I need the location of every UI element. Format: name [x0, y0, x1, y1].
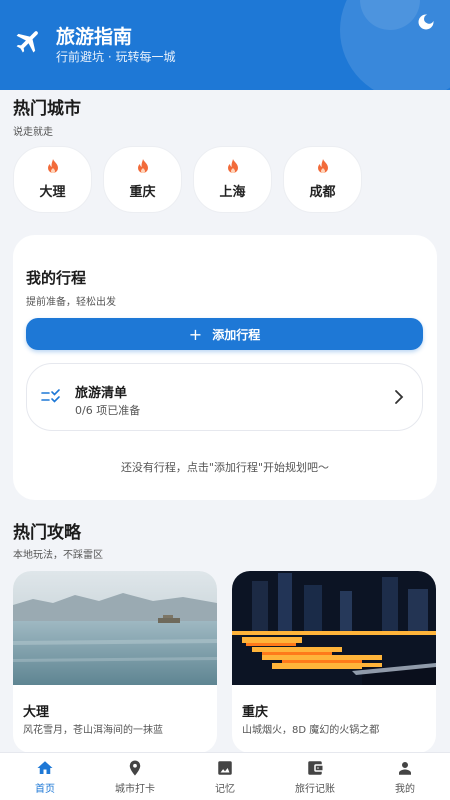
checklist-status: 0/6 项已准备: [75, 404, 141, 417]
hot-cities-title: 热门城市: [13, 99, 81, 119]
hot-guides-list: 大理 风花雪月，苍山洱海间的一抹蓝 重庆 山城烟火，8D 魔幻的火锅之都: [13, 571, 436, 753]
city-name: 成都: [309, 185, 336, 200]
city-name: 重庆: [129, 185, 156, 200]
hot-guides-title: 热门攻略: [13, 523, 81, 543]
checklist-icon: [41, 389, 60, 403]
nav-item-profile[interactable]: 我的: [360, 753, 450, 800]
photo-icon: [218, 760, 232, 775]
nav-item-home[interactable]: 首页: [0, 753, 90, 800]
hot-guides-subtitle: 本地玩法，不踩雷区: [13, 550, 103, 561]
nav-label: 我的: [395, 783, 415, 795]
fire-icon: [317, 159, 328, 173]
checklist-title: 旅游清单: [75, 386, 128, 401]
city-chip[interactable]: 上海: [193, 146, 272, 213]
guide-card[interactable]: 重庆 山城烟火，8D 魔幻的火锅之都: [232, 571, 436, 753]
app-subtitle: 行前避坑 · 玩转每一城: [56, 50, 176, 64]
city-chip[interactable]: 大理: [13, 146, 92, 213]
hot-cities-subtitle: 说走就走: [13, 127, 53, 138]
my-trips-card: 我的行程 提前准备，轻松出发 + 添加行程 旅游清单 0/6 项已准备 还没有行…: [13, 235, 437, 500]
my-trips-subtitle: 提前准备，轻松出发: [26, 297, 116, 308]
nav-item-memories[interactable]: 记忆: [180, 753, 270, 800]
chevron-right-icon: [395, 390, 404, 404]
guide-description: 山城烟火，8D 魔幻的火锅之都: [242, 725, 380, 736]
guide-city-name: 重庆: [242, 705, 269, 720]
city-name: 上海: [219, 185, 246, 200]
guide-image-nightcity: [232, 571, 436, 685]
fire-icon: [227, 159, 238, 173]
location-pin-icon: [129, 760, 141, 775]
city-name: 大理: [39, 185, 66, 200]
airplane-icon: [16, 31, 38, 53]
add-trip-label: 添加行程: [212, 327, 261, 342]
user-icon: [399, 761, 411, 775]
empty-trips-message: 还没有行程，点击"添加行程"开始规划吧～: [120, 461, 330, 474]
nav-label: 旅行记账: [295, 783, 335, 795]
nav-label: 城市打卡: [115, 783, 155, 795]
app-title: 旅游指南: [56, 26, 133, 48]
fire-icon: [137, 159, 148, 173]
guide-image-lake: [13, 571, 217, 685]
city-chip[interactable]: 成都: [283, 146, 362, 213]
moon-icon[interactable]: [416, 12, 436, 32]
guide-card[interactable]: 大理 风花雪月，苍山洱海间的一抹蓝: [13, 571, 217, 753]
fire-icon: [47, 159, 58, 173]
travel-checklist-item[interactable]: 旅游清单 0/6 项已准备: [26, 363, 423, 431]
city-chip[interactable]: 重庆: [103, 146, 182, 213]
my-trips-title: 我的行程: [26, 269, 87, 287]
bottom-nav: 首页 城市打卡 记忆 旅行记账 我的: [0, 752, 450, 800]
guide-city-name: 大理: [23, 705, 50, 720]
guide-description: 风花雪月，苍山洱海间的一抹蓝: [23, 725, 163, 736]
nav-label: 首页: [35, 783, 55, 795]
plus-icon: +: [188, 324, 203, 344]
home-icon: [37, 760, 53, 774]
nav-item-expenses[interactable]: 旅行记账: [270, 753, 360, 800]
hot-cities-list: 大理 重庆 上海 成都: [13, 146, 362, 213]
app-header: 旅游指南 行前避坑 · 玩转每一城: [0, 0, 450, 90]
nav-label: 记忆: [215, 783, 235, 795]
wallet-icon: [308, 760, 323, 775]
add-trip-button[interactable]: + 添加行程: [26, 318, 423, 350]
nav-item-checkin[interactable]: 城市打卡: [90, 753, 180, 800]
